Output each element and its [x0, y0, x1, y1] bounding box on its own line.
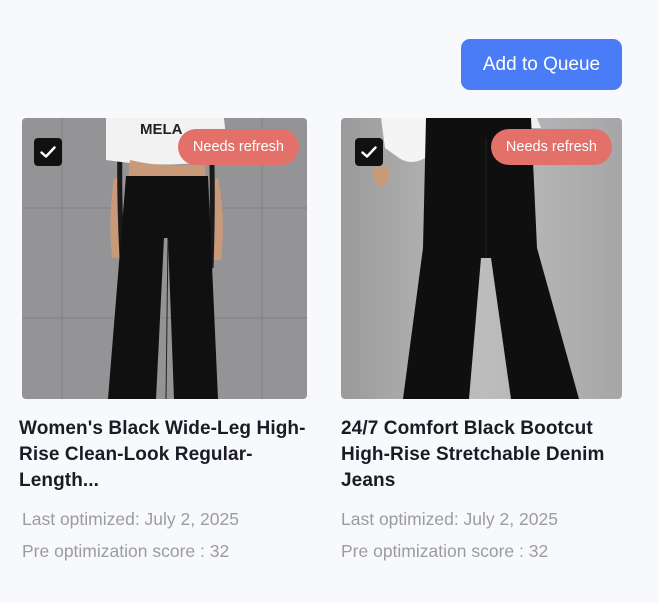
- status-badge: Needs refresh: [490, 129, 612, 165]
- add-to-queue-button[interactable]: Add to Queue: [461, 39, 622, 90]
- select-checkbox[interactable]: [355, 138, 383, 166]
- checkmark-icon: [40, 146, 56, 158]
- product-grid-page: Add to Queue MELA Needs refresh Women's …: [0, 0, 658, 603]
- shirt-print-text: MELA: [140, 121, 183, 138]
- last-optimized-text: Last optimized: July 2, 2025: [22, 509, 239, 529]
- product-title[interactable]: 24/7 Comfort Black Bootcut High-Rise Str…: [341, 416, 641, 494]
- product-title[interactable]: Women's Black Wide-Leg High-Rise Clean-L…: [19, 416, 319, 494]
- last-optimized-text: Last optimized: July 2, 2025: [341, 509, 558, 529]
- select-checkbox[interactable]: [34, 138, 62, 166]
- pre-optimization-score: Pre optimization score : 32: [22, 541, 230, 561]
- pre-optimization-score: Pre optimization score : 32: [341, 541, 549, 561]
- product-image[interactable]: Needs refresh: [341, 118, 622, 399]
- product-card[interactable]: Needs refresh 24/7 Comfort Black Bootcut…: [341, 118, 641, 562]
- product-image[interactable]: MELA Needs refresh: [22, 118, 307, 399]
- status-badge: Needs refresh: [177, 129, 299, 165]
- product-card[interactable]: MELA Needs refresh Women's Black Wide-Le…: [19, 118, 322, 562]
- checkmark-icon: [361, 146, 377, 158]
